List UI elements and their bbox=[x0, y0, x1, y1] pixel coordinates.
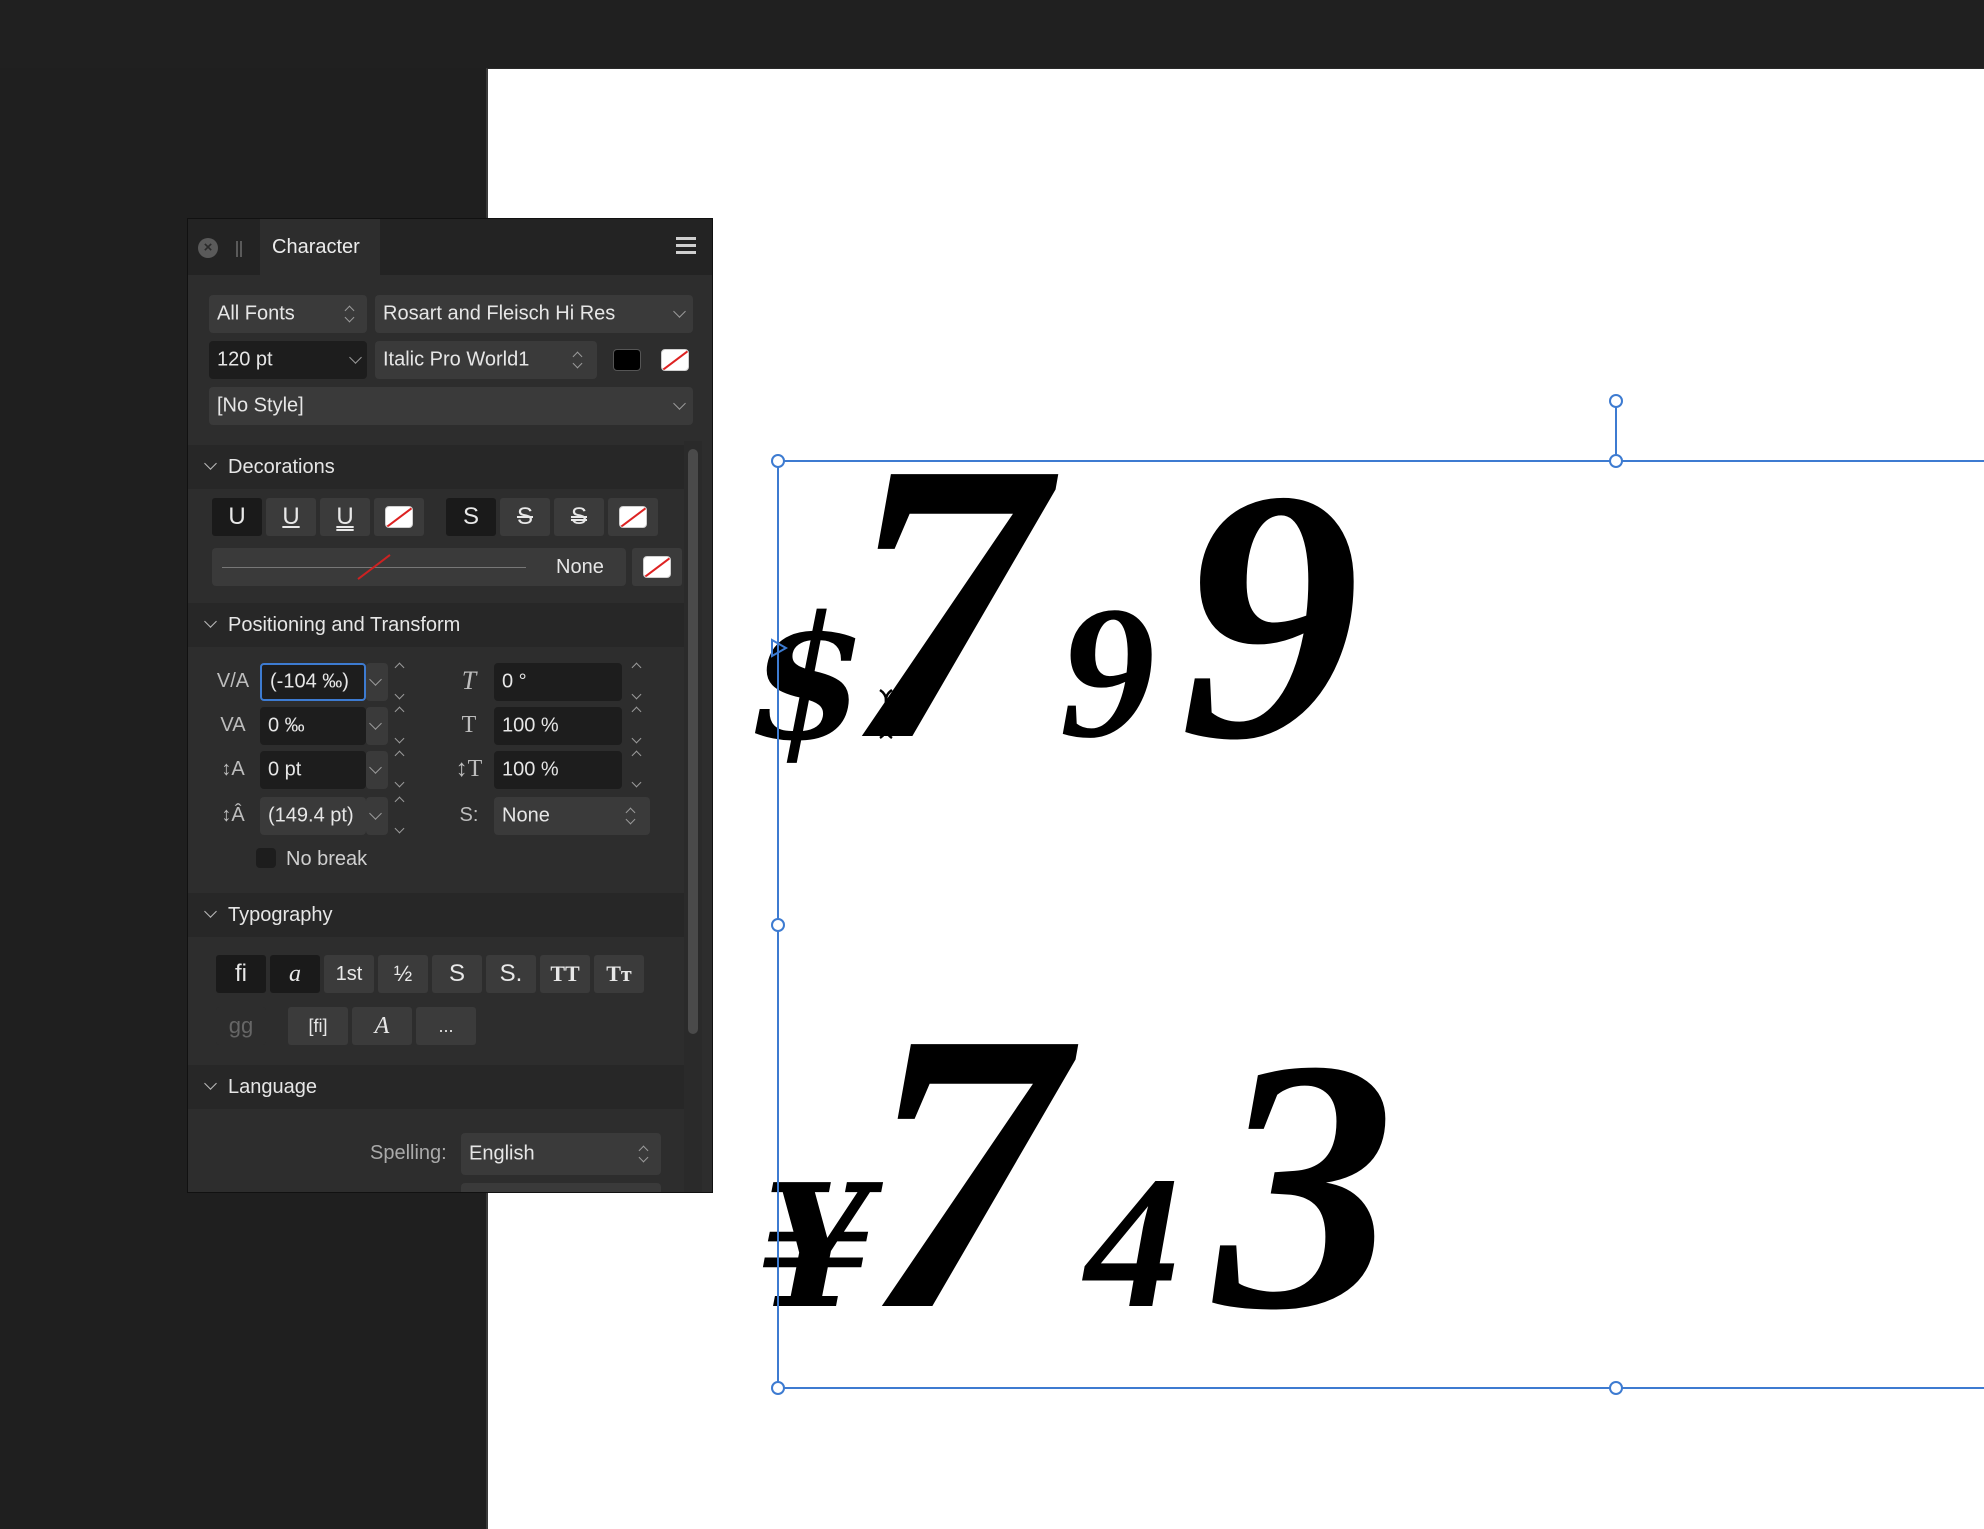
fractions-button[interactable]: ½ bbox=[378, 955, 428, 993]
tracking-input[interactable]: 0 ‰ bbox=[260, 707, 366, 745]
underline-button[interactable]: U bbox=[266, 498, 316, 536]
swash-button[interactable]: A bbox=[352, 1007, 412, 1045]
horizontal-scale-stepper-icon[interactable] bbox=[630, 705, 644, 745]
kerning-stepper-icon[interactable] bbox=[393, 661, 407, 701]
close-icon[interactable]: × bbox=[198, 238, 218, 258]
chevron-down-icon bbox=[204, 1077, 217, 1090]
chevron-down-icon bbox=[369, 717, 382, 730]
chevron-down-icon bbox=[204, 615, 217, 628]
leading-input[interactable]: (149.4 pt) bbox=[260, 797, 366, 835]
glyph-four[interactable]: 4 bbox=[1082, 1138, 1180, 1348]
superscript-button[interactable]: S bbox=[432, 955, 482, 993]
underline-double-button[interactable]: U bbox=[320, 498, 370, 536]
glyph-three[interactable]: 3 bbox=[1209, 985, 1395, 1384]
horizontal-scale-input[interactable]: 100 % bbox=[494, 707, 622, 745]
spelling-label: Spelling: bbox=[370, 1142, 447, 1164]
subscript-button[interactable]: S. bbox=[486, 955, 536, 993]
chevron-down-icon bbox=[369, 761, 382, 774]
no-break-checkbox[interactable] bbox=[256, 848, 276, 868]
underline-single-button[interactable]: U bbox=[212, 498, 262, 536]
all-caps-button[interactable]: TT bbox=[540, 955, 590, 993]
font-family-select[interactable]: Rosart and Fleisch Hi Res bbox=[375, 295, 693, 333]
vertical-scale-icon: ↕T bbox=[455, 756, 483, 782]
handle-bottom-left bbox=[771, 1381, 785, 1395]
handle-top-mid bbox=[1609, 454, 1623, 468]
kerning-input[interactable]: (-104 ‰) bbox=[260, 663, 366, 701]
strikethrough-button[interactable]: S bbox=[500, 498, 550, 536]
strikethrough-color-swatch bbox=[619, 506, 647, 528]
chevron-down-icon bbox=[673, 397, 686, 410]
baseline-shift-icon: ↕A bbox=[221, 758, 245, 780]
strikethrough-none-button[interactable]: S bbox=[446, 498, 496, 536]
horizontal-scale-icon: T bbox=[461, 712, 477, 738]
discretionary-ligatures-button[interactable]: a bbox=[270, 955, 320, 993]
stepper-icon bbox=[571, 350, 585, 370]
skew-stepper-icon[interactable] bbox=[630, 661, 644, 701]
rotate-handle bbox=[1609, 394, 1623, 408]
no-break-label: No break bbox=[286, 848, 368, 870]
chevron-down-icon bbox=[369, 807, 382, 820]
baseline-stepper-icon[interactable] bbox=[393, 749, 407, 789]
tracking-dropdown[interactable] bbox=[366, 707, 388, 745]
vertical-scale-stepper-icon[interactable] bbox=[630, 749, 644, 789]
font-style-select[interactable]: Italic Pro World1 bbox=[375, 341, 597, 379]
handle-bottom-mid bbox=[1609, 1381, 1623, 1395]
ligatures-button[interactable]: fi bbox=[216, 955, 266, 993]
chevron-down-icon bbox=[204, 905, 217, 918]
more-typography-button[interactable]: ... bbox=[416, 1007, 476, 1045]
glyph-seven-2[interactable]: 7 bbox=[865, 950, 1084, 1393]
hamburger-menu-icon[interactable] bbox=[676, 237, 696, 257]
leading-stepper-icon[interactable] bbox=[393, 795, 407, 835]
next-language-field[interactable] bbox=[461, 1183, 661, 1192]
text-fill-swatch[interactable] bbox=[613, 349, 641, 371]
skew-input[interactable]: 0 ° bbox=[494, 663, 622, 701]
decorations-section-header[interactable]: Decorations bbox=[188, 445, 684, 489]
panel-title: Character bbox=[272, 236, 360, 258]
underline-color-swatch bbox=[385, 506, 413, 528]
language-section-header[interactable]: Language bbox=[188, 1065, 684, 1109]
kerning-icon: V/A bbox=[216, 670, 250, 692]
glyph-browser-icon[interactable]: [fi] bbox=[288, 1007, 348, 1045]
ordinals-button[interactable]: 1st bbox=[324, 955, 374, 993]
stepper-icon bbox=[343, 304, 357, 324]
tracking-icon: VA bbox=[220, 714, 246, 736]
skew-icon: T bbox=[461, 666, 477, 695]
decoration-line-style[interactable]: None bbox=[212, 548, 626, 586]
vertical-scale-input[interactable]: 100 % bbox=[494, 751, 622, 789]
typography-section-header[interactable]: Typography bbox=[188, 893, 684, 937]
scrollbar-thumb[interactable] bbox=[688, 449, 698, 1034]
glyph-nine-small[interactable]: 9 bbox=[1060, 568, 1155, 778]
grip-icon[interactable] bbox=[236, 241, 242, 257]
character-panel: × Character All Fonts Rosart and Fleisch… bbox=[187, 218, 713, 1193]
spelling-language-select[interactable]: English bbox=[461, 1133, 661, 1175]
stylistic-alternates-button[interactable]: gg bbox=[216, 1007, 266, 1045]
chevron-down-icon bbox=[204, 457, 217, 470]
kerning-dropdown[interactable] bbox=[366, 663, 388, 701]
handle-mid-left bbox=[771, 918, 785, 932]
stepper-icon bbox=[637, 1144, 651, 1164]
baseline-shift-dropdown[interactable] bbox=[366, 751, 388, 789]
superscript-position-icon: S: bbox=[459, 804, 479, 826]
tracking-stepper-icon[interactable] bbox=[393, 705, 407, 745]
baseline-shift-input[interactable]: 0 pt bbox=[260, 751, 366, 789]
glyph-seven-1[interactable]: 7 bbox=[845, 380, 1064, 823]
handle-top-left bbox=[771, 454, 785, 468]
decoration-line-color-swatch bbox=[643, 556, 671, 578]
chevron-down-icon bbox=[369, 673, 382, 686]
paragraph-style-select[interactable]: [No Style] bbox=[209, 387, 693, 425]
glyph-nine-large[interactable]: 9 bbox=[1180, 415, 1360, 814]
font-size-input[interactable]: 120 pt bbox=[209, 341, 367, 379]
leading-dropdown[interactable] bbox=[366, 797, 388, 835]
small-caps-button[interactable]: Tт bbox=[594, 955, 644, 993]
chevron-down-icon bbox=[673, 305, 686, 318]
chevron-down-icon[interactable] bbox=[349, 351, 362, 364]
leading-icon: ↕Â bbox=[221, 804, 245, 826]
text-stroke-swatch[interactable] bbox=[661, 349, 689, 371]
position-select[interactable]: None bbox=[494, 797, 650, 835]
strikethrough-double-button[interactable]: S bbox=[554, 498, 604, 536]
positioning-section-header[interactable]: Positioning and Transform bbox=[188, 603, 684, 647]
stepper-icon bbox=[624, 806, 638, 826]
font-collection-select[interactable]: All Fonts bbox=[209, 295, 367, 333]
